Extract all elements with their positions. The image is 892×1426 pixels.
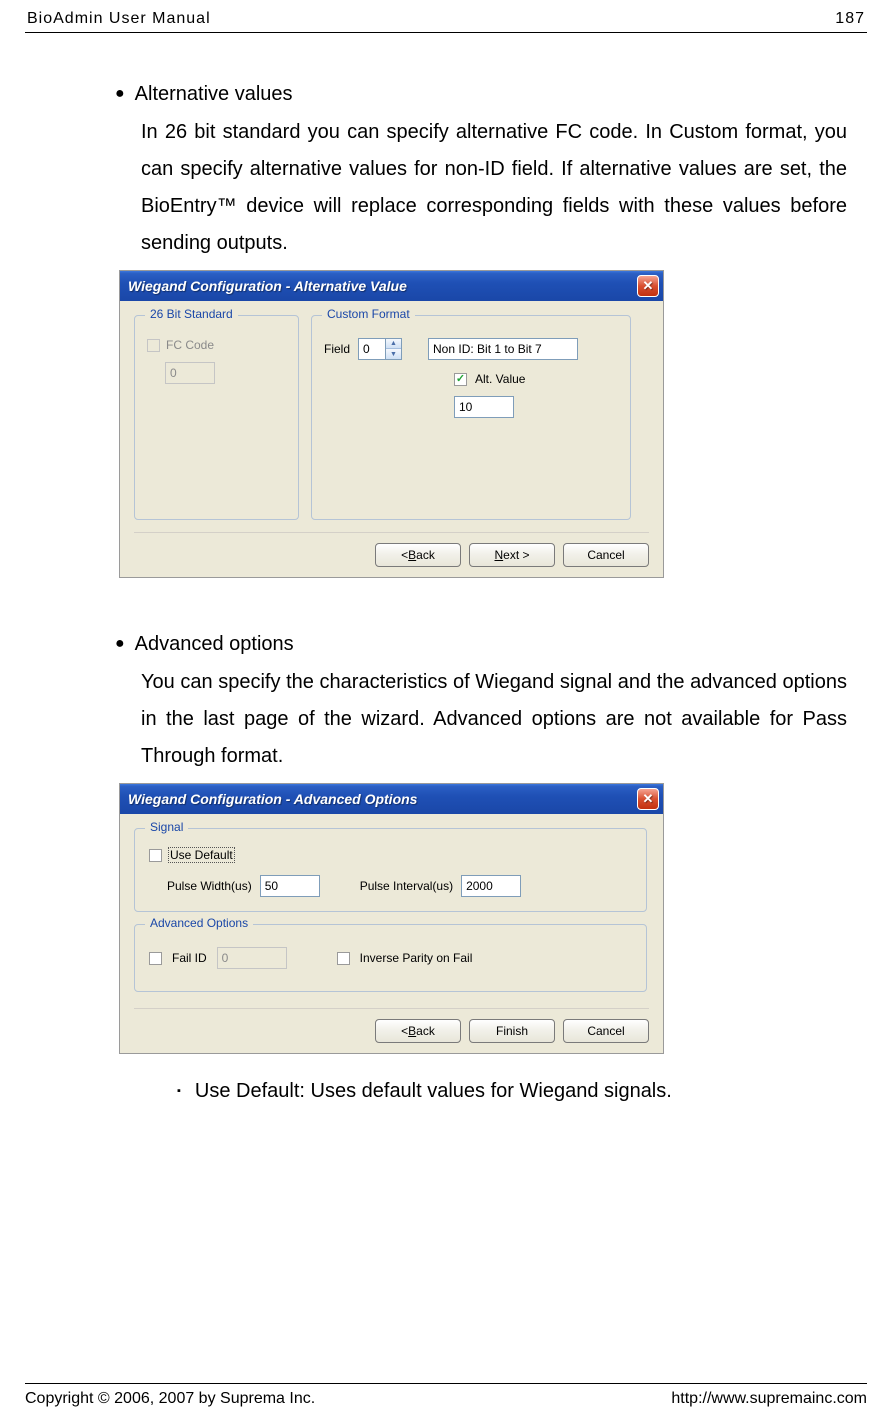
dialog2-button-row: < Back Finish Cancel xyxy=(134,1008,649,1043)
finish-button[interactable]: Finish xyxy=(469,1019,555,1043)
sub-bullet-text: Use Default: Uses default values for Wie… xyxy=(195,1074,672,1108)
inverse-parity-label: Inverse Parity on Fail xyxy=(360,951,473,965)
pulse-width-input[interactable] xyxy=(260,875,320,897)
inverse-parity-checkbox[interactable] xyxy=(337,952,350,965)
legend-26bit: 26 Bit Standard xyxy=(145,307,238,321)
header-page-number: 187 xyxy=(835,10,865,28)
bullet-icon: ● xyxy=(115,633,125,656)
alt-value-label: Alt. Value xyxy=(475,372,525,386)
chevron-up-icon[interactable]: ▲ xyxy=(386,339,401,349)
back-button[interactable]: < Back xyxy=(375,1019,461,1043)
pulse-width-label: Pulse Width(us) xyxy=(167,879,252,893)
fc-code-label: FC Code xyxy=(166,338,214,352)
chevron-down-icon[interactable]: ▼ xyxy=(386,349,401,359)
spinner-buttons[interactable]: ▲ ▼ xyxy=(386,338,402,360)
dialog-alternative-value: Wiegand Configuration - Alternative Valu… xyxy=(119,270,664,578)
fail-id-input xyxy=(217,947,287,969)
close-icon[interactable]: ✕ xyxy=(637,788,659,810)
titlebar-text: Wiegand Configuration - Advanced Options xyxy=(128,791,637,807)
pulse-interval-label: Pulse Interval(us) xyxy=(360,879,453,893)
use-default-checkbox[interactable] xyxy=(149,849,162,862)
legend-advanced-options: Advanced Options xyxy=(145,916,253,930)
field-label: Field xyxy=(324,342,350,356)
heading-advanced-options: Advanced options xyxy=(135,633,294,656)
sub-bullet-use-default: ▪ Use Default: Uses default values for W… xyxy=(177,1074,847,1108)
legend-signal: Signal xyxy=(145,820,188,834)
group-custom-format: Custom Format Field ▲ ▼ xyxy=(311,315,631,520)
dialog1-button-row: < Back Next > Cancel xyxy=(134,532,649,567)
page-footer: Copyright © 2006, 2007 by Suprema Inc. h… xyxy=(25,1383,867,1408)
dialog-advanced-options: Wiegand Configuration - Advanced Options… xyxy=(119,783,664,1054)
close-icon[interactable]: ✕ xyxy=(637,275,659,297)
nonid-display xyxy=(428,338,578,360)
header-left: BioAdmin User Manual xyxy=(27,10,211,28)
body-alternative-values: In 26 bit standard you can specify alter… xyxy=(141,114,847,262)
body-advanced-options: You can specify the characteristics of W… xyxy=(141,664,847,775)
legend-custom-format: Custom Format xyxy=(322,307,415,321)
group-advanced-options: Advanced Options Fail ID Inverse Parity … xyxy=(134,924,647,992)
fc-code-checkbox xyxy=(147,339,160,352)
bullet-icon: ● xyxy=(115,83,125,106)
back-button[interactable]: < Back xyxy=(375,543,461,567)
cancel-button[interactable]: Cancel xyxy=(563,543,649,567)
footer-copyright: Copyright © 2006, 2007 by Suprema Inc. xyxy=(25,1390,315,1408)
fc-code-checkbox-row: FC Code xyxy=(147,338,286,352)
group-26bit-standard: 26 Bit Standard FC Code xyxy=(134,315,299,520)
heading-alternative-values: Alternative values xyxy=(135,83,293,106)
next-button[interactable]: Next > xyxy=(469,543,555,567)
field-spinner-input[interactable] xyxy=(358,338,386,360)
titlebar: Wiegand Configuration - Alternative Valu… xyxy=(120,271,663,301)
bullet-advanced-options: ● Advanced options xyxy=(115,633,847,656)
group-signal: Signal Use Default Pulse Width(us) Pulse… xyxy=(134,828,647,912)
alt-value-input[interactable] xyxy=(454,396,514,418)
cancel-button[interactable]: Cancel xyxy=(563,1019,649,1043)
page-header: BioAdmin User Manual 187 xyxy=(25,10,867,33)
fc-code-input xyxy=(165,362,215,384)
alt-value-checkbox[interactable]: ✓ xyxy=(454,373,467,386)
field-spinner[interactable]: ▲ ▼ xyxy=(358,338,402,360)
square-bullet-icon: ▪ xyxy=(177,1082,181,1108)
fail-id-label: Fail ID xyxy=(172,951,207,965)
fail-id-checkbox[interactable] xyxy=(149,952,162,965)
titlebar: Wiegand Configuration - Advanced Options… xyxy=(120,784,663,814)
footer-url: http://www.supremainc.com xyxy=(671,1390,867,1408)
bullet-alternative-values: ● Alternative values xyxy=(115,83,847,106)
pulse-interval-input[interactable] xyxy=(461,875,521,897)
use-default-label: Use Default xyxy=(168,847,235,863)
titlebar-text: Wiegand Configuration - Alternative Valu… xyxy=(128,278,637,294)
